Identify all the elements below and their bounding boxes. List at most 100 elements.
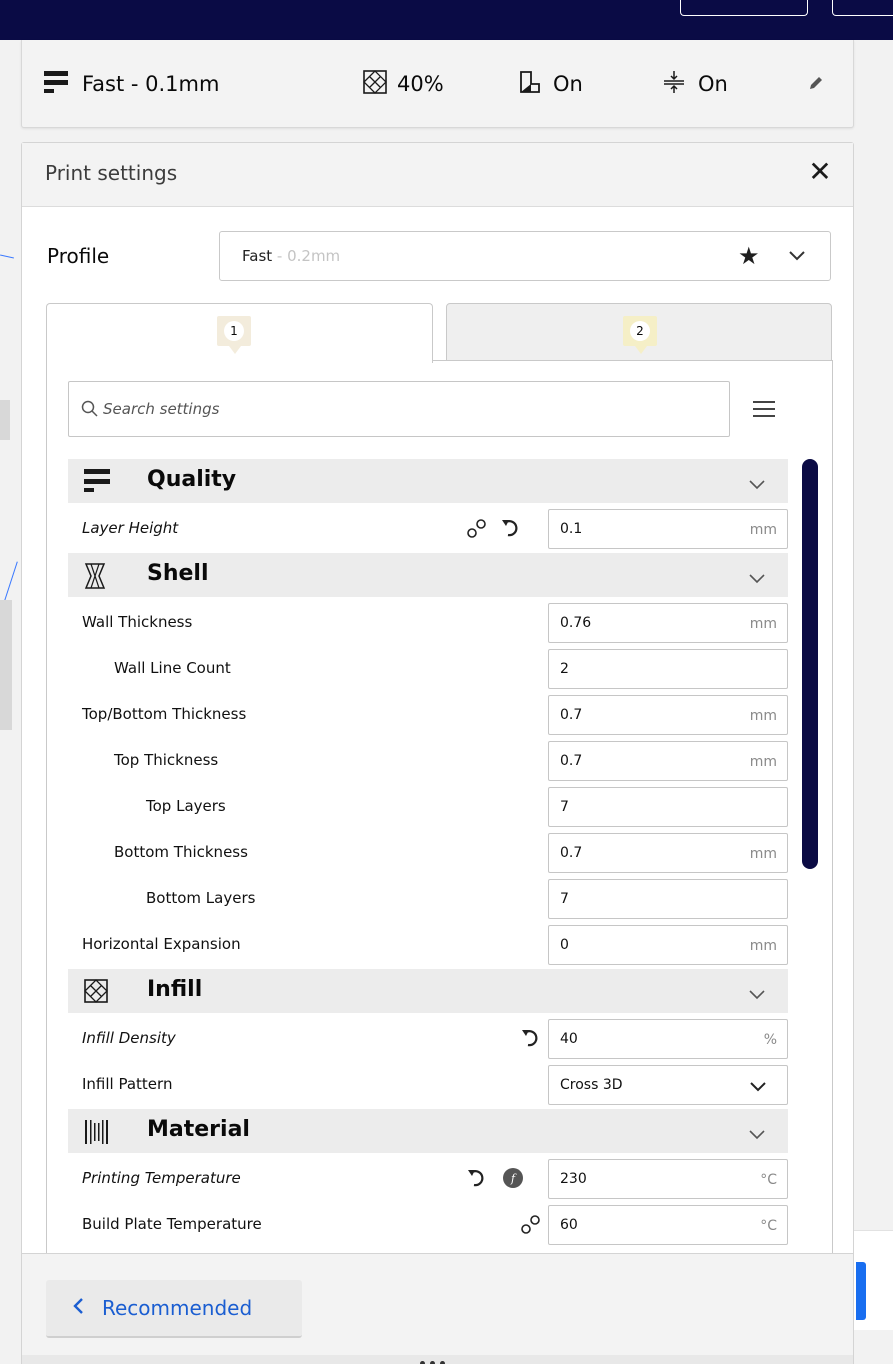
layer-height-input[interactable]: 0.1 mm: [548, 509, 788, 549]
setting-row-horizontal-expansion: Horizontal Expansion 0 mm: [68, 921, 788, 967]
panel-footer: Recommended: [22, 1253, 853, 1364]
setting-label: Infill Pattern: [82, 1075, 173, 1093]
slice-button-edge[interactable]: [856, 1262, 866, 1320]
setting-label: Top Layers: [146, 797, 226, 815]
setting-row-printing-temperature: Printing Temperature f 230 °C: [68, 1155, 788, 1201]
setting-row-top-bottom-thickness: Top/Bottom Thickness 0.7 mm: [68, 691, 788, 737]
search-box[interactable]: [68, 381, 730, 437]
setting-label: Build Plate Temperature: [82, 1215, 262, 1233]
viewport-object: [0, 600, 12, 730]
chevron-left-icon: [72, 1297, 84, 1319]
bottom-layers-input[interactable]: 7: [548, 879, 788, 919]
top-bottom-thickness-input[interactable]: 0.7 mm: [548, 695, 788, 735]
bottom-thickness-input[interactable]: 0.7 mm: [548, 833, 788, 873]
tab-border: [46, 361, 47, 1364]
setting-row-infill-density: Infill Density 40 %: [68, 1015, 788, 1061]
setting-label: Top Thickness: [114, 751, 219, 769]
setting-row-top-layers: Top Layers 7: [68, 783, 788, 829]
tab-extruder-1[interactable]: 1: [46, 303, 433, 363]
summary-adhesion[interactable]: On: [664, 68, 728, 100]
wall-line-count-input[interactable]: 2: [548, 649, 788, 689]
settings-scrollbar[interactable]: [802, 459, 818, 869]
top-bar-button[interactable]: [680, 0, 808, 16]
tab-border: [433, 360, 833, 361]
drag-handle-icon[interactable]: [420, 1351, 454, 1364]
edit-button[interactable]: [808, 68, 824, 100]
printing-temperature-input[interactable]: 230 °C: [548, 1159, 788, 1199]
setting-value: 0.7: [560, 753, 583, 769]
extruder-2-number: 2: [630, 321, 650, 341]
category-infill[interactable]: Infill: [68, 969, 788, 1013]
setting-row-wall-thickness: Wall Thickness 0.76 mm: [68, 599, 788, 645]
category-material[interactable]: Material: [68, 1109, 788, 1153]
link-icon[interactable]: [520, 1213, 542, 1239]
menu-icon: [753, 408, 775, 410]
horizontal-expansion-input[interactable]: 0 mm: [548, 925, 788, 965]
menu-icon: [753, 401, 775, 403]
profile-name: Fast - 0.2mm: [242, 247, 340, 265]
viewport-line: [0, 254, 14, 259]
top-thickness-input[interactable]: 0.7 mm: [548, 741, 788, 781]
category-shell[interactable]: Shell: [68, 553, 788, 597]
reset-icon[interactable]: [466, 1167, 488, 1193]
setting-value: 7: [560, 891, 569, 907]
reset-icon[interactable]: [520, 1027, 542, 1053]
category-quality[interactable]: Quality: [68, 459, 788, 503]
recommended-label: Recommended: [102, 1296, 253, 1320]
setting-value: 230: [560, 1171, 587, 1187]
setting-unit: mm: [749, 846, 777, 862]
summary-support[interactable]: On: [519, 68, 583, 100]
setting-value: 60: [560, 1217, 578, 1233]
wall-thickness-input[interactable]: 0.76 mm: [548, 603, 788, 643]
infill-density-input[interactable]: 40 %: [548, 1019, 788, 1059]
close-button[interactable]: ✕: [807, 158, 833, 186]
setting-value: 0: [560, 937, 569, 953]
infill-pattern-select[interactable]: Cross 3D: [548, 1065, 788, 1105]
setting-value: Cross 3D: [560, 1077, 623, 1093]
chevron-down-icon: [748, 475, 766, 494]
link-icon[interactable]: [466, 517, 488, 543]
profile-label: Profile: [47, 244, 110, 268]
quality-icon: [44, 70, 68, 98]
menu-icon: [753, 415, 775, 417]
viewport-object: [0, 400, 10, 440]
setting-unit: °C: [760, 1172, 777, 1188]
tab-extruder-2[interactable]: 2: [446, 303, 832, 361]
setting-label: Wall Line Count: [114, 659, 231, 677]
top-layers-input[interactable]: 7: [548, 787, 788, 827]
print-setup-summary[interactable]: Fast - 0.1mm 40% On On: [21, 40, 854, 128]
function-icon[interactable]: f: [502, 1167, 524, 1193]
star-icon[interactable]: ★: [738, 242, 760, 270]
chevron-down-icon: [748, 985, 766, 1004]
infill-icon: [363, 69, 387, 99]
setting-label: Bottom Layers: [146, 889, 256, 907]
profile-dropdown[interactable]: Fast - 0.2mm ★: [219, 231, 831, 281]
setting-value: 2: [560, 661, 569, 677]
setting-unit: mm: [749, 616, 777, 632]
build-plate-temperature-input[interactable]: 60 °C: [548, 1205, 788, 1245]
top-bar-button[interactable]: [832, 0, 893, 16]
setting-unit: mm: [749, 938, 777, 954]
chevron-down-icon: [748, 569, 766, 588]
search-input[interactable]: [103, 390, 703, 428]
summary-profile[interactable]: Fast - 0.1mm: [44, 68, 219, 100]
settings-visibility-menu-button[interactable]: [753, 401, 775, 419]
setting-row-build-plate-temperature: Build Plate Temperature 60 °C: [68, 1201, 788, 1247]
reset-icon[interactable]: [500, 517, 522, 543]
setting-value: 0.7: [560, 707, 583, 723]
setting-row-bottom-layers: Bottom Layers 7: [68, 875, 788, 921]
recommended-button[interactable]: Recommended: [46, 1280, 302, 1338]
setting-value: 0.1: [560, 521, 583, 537]
extruder-1-badge: 1: [217, 316, 251, 354]
summary-infill[interactable]: 40%: [363, 68, 444, 100]
profile-name-text: Fast: [242, 247, 273, 265]
close-icon: ✕: [808, 155, 832, 188]
setting-label: Bottom Thickness: [114, 843, 248, 861]
summary-profile-label: Fast - 0.1mm: [82, 72, 220, 96]
settings-list[interactable]: Quality Layer Height 0.1 mm Shell Wall T…: [68, 459, 788, 1249]
setting-row-infill-pattern: Infill Pattern Cross 3D: [68, 1061, 788, 1107]
setting-row-top-thickness: Top Thickness 0.7 mm: [68, 737, 788, 783]
panel-title: Print settings: [45, 161, 178, 185]
adhesion-icon: [664, 70, 684, 99]
quality-icon: [84, 469, 110, 497]
